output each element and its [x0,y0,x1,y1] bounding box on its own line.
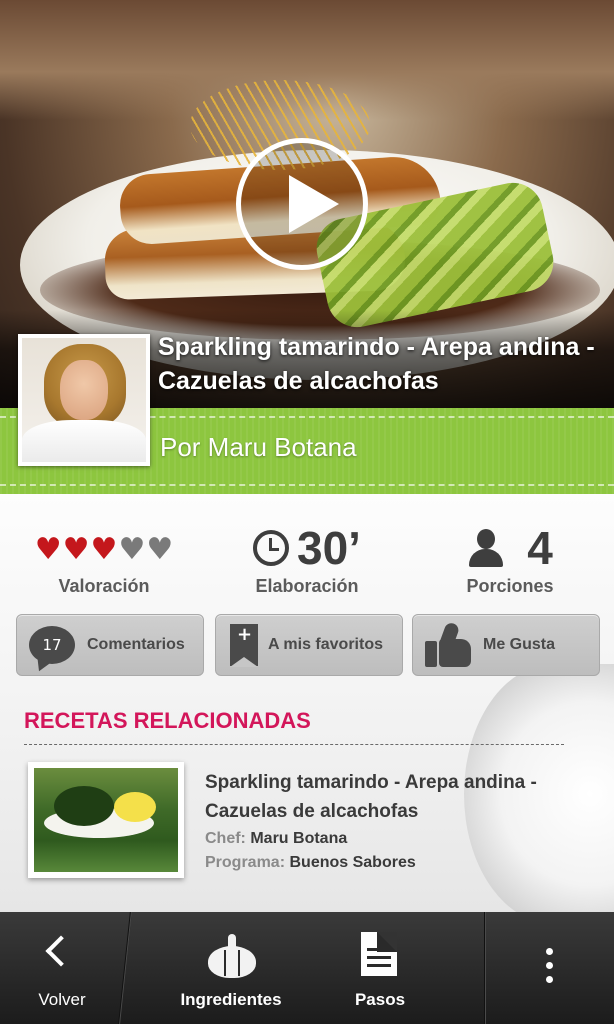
more-vertical-icon [546,948,554,990]
related-recipes-heading: RECETAS RELACIONADAS [24,708,311,733]
chef-avatar[interactable] [18,334,150,466]
portions-value: 4 [527,522,553,574]
chef-by-line[interactable]: Por Maru Botana [160,432,357,463]
recipe-title: Sparkling tamarindo - Arepa andina - Caz… [158,333,595,395]
related-recipe-thumbnail[interactable] [28,762,184,878]
time-stat: 30’ Elaboración [232,522,382,597]
like-label: Me Gusta [483,636,556,653]
time-value: 30’ [297,522,361,574]
comments-count: 17 [42,636,62,654]
favorites-label: A mis favoritos [268,636,383,653]
bookmark-plus-icon: + [230,624,258,667]
play-video-button[interactable] [236,138,368,270]
recipe-hero: Sparkling tamarindo - Arepa andina - Caz… [0,0,614,494]
heart-icon: ♥ [90,532,118,567]
comments-label: Comentarios [87,636,185,653]
related-recipe-title[interactable]: Sparkling tamarindo - Arepa andina - Caz… [205,768,585,826]
garlic-icon [208,934,256,978]
rating-hearts: ♥ ♥ ♥ ♥ ♥ [22,532,186,567]
document-icon [361,932,397,976]
time-label: Elaboración [255,576,359,596]
comment-bubble-icon: 17 [29,626,75,664]
bottom-action-bar: Volver Ingredientes Pasos [0,912,614,1024]
steps-tab[interactable]: Pasos [330,912,430,1024]
play-icon [289,175,339,233]
back-button[interactable]: Volver [0,912,124,1024]
heart-icon: ♥ [62,532,90,567]
heart-icon: ♥ [34,532,62,567]
portions-stat: 4 Porciones [440,522,580,597]
related-recipe-chef: Chef: Maru Botana [205,830,348,847]
rating-label: Valoración [58,576,150,596]
ingredients-label: Ingredientes [180,990,282,1009]
heart-icon: ♥ [118,532,146,567]
recipe-details: ♥ ♥ ♥ ♥ ♥ Valoración 30’ Elaboración 4 Porci… [0,494,614,912]
person-icon [467,529,505,567]
steps-label: Pasos [354,990,406,1009]
rating-stat: ♥ ♥ ♥ ♥ ♥ Valoración [22,524,186,597]
heart-icon: ♥ [146,532,174,567]
portions-label: Porciones [466,576,554,596]
like-button[interactable]: Me Gusta [412,614,600,676]
overflow-menu-button[interactable] [486,912,614,1024]
divider [24,744,564,745]
comments-button[interactable]: 17 Comentarios [16,614,204,676]
clock-icon [253,530,290,566]
chevron-left-icon [45,935,77,967]
back-label: Volver [38,990,86,1009]
ingredients-tab[interactable]: Ingredientes [136,912,326,1024]
related-recipe-program: Programa: Buenos Sabores [205,854,416,871]
thumbs-up-icon [425,621,473,667]
add-favorite-button[interactable]: + A mis favoritos [215,614,403,676]
